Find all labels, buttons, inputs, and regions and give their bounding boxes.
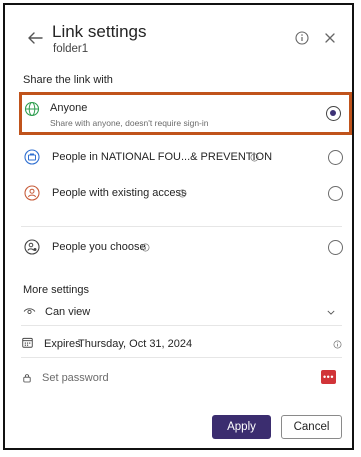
radio-existing-access[interactable]: [328, 186, 343, 201]
share-option-label: Anyone: [50, 102, 88, 114]
info-icon[interactable]: [294, 30, 310, 46]
expiration-setting[interactable]: Expires Thursday, Oct 31, 2024: [21, 332, 342, 354]
more-settings-heading: More settings: [23, 284, 90, 296]
share-option-people-you-choose[interactable]: People you choose: [19, 232, 352, 260]
divider: [21, 226, 342, 227]
dialog-subtitle: folder1: [53, 43, 89, 55]
globe-icon: [24, 101, 40, 117]
link-settings-dialog: Link settings folder1 Share the link wit…: [3, 3, 354, 450]
share-option-existing-access[interactable]: People with existing access: [19, 178, 352, 206]
password-placeholder: Set password: [42, 372, 109, 384]
info-icon[interactable]: [141, 243, 150, 252]
chevron-down-icon: [327, 310, 335, 315]
close-icon[interactable]: [323, 31, 337, 45]
expires-value: Thursday, Oct 31, 2024: [78, 338, 193, 350]
arrow-left-icon[interactable]: [25, 29, 45, 47]
briefcase-icon: [24, 149, 40, 165]
info-icon[interactable]: [250, 153, 259, 162]
calendar-icon: [22, 337, 33, 348]
radio-anyone[interactable]: [326, 106, 341, 121]
share-option-organization[interactable]: People in NATIONAL FOU...& PREVENTION: [19, 143, 352, 171]
dialog-title: Link settings: [52, 22, 147, 41]
apply-button[interactable]: Apply: [212, 415, 271, 439]
permission-value: Can view: [45, 306, 91, 318]
password-manager-icon[interactable]: •••: [321, 370, 336, 384]
share-option-label: People with existing access: [52, 187, 187, 199]
lock-icon: [23, 374, 31, 383]
share-option-description: Share with anyone, doesn't require sign-…: [50, 118, 209, 128]
person-settings-icon: [24, 239, 40, 255]
divider: [21, 357, 342, 358]
info-icon[interactable]: [178, 189, 187, 198]
share-option-label: People you choose: [52, 241, 146, 253]
password-field[interactable]: Set password: [21, 365, 342, 389]
share-section-heading: Share the link with: [23, 74, 113, 86]
info-icon[interactable]: [333, 340, 342, 349]
cancel-button[interactable]: Cancel: [281, 415, 342, 439]
expires-label: Expires: [44, 338, 81, 350]
share-option-anyone[interactable]: Anyone Share with anyone, doesn't requir…: [19, 92, 352, 135]
person-icon: [24, 185, 40, 201]
share-option-label: People in NATIONAL FOU...& PREVENTION: [52, 151, 273, 163]
divider: [21, 325, 342, 326]
permission-dropdown[interactable]: Can view: [21, 301, 342, 323]
radio-people-you-choose[interactable]: [328, 240, 343, 255]
eye-icon: [23, 308, 36, 315]
radio-organization[interactable]: [328, 150, 343, 165]
